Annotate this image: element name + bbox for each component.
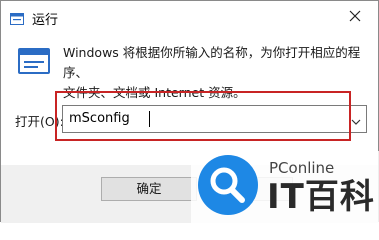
chevron-down-icon <box>351 110 361 129</box>
watermark-site: PConline <box>269 159 335 177</box>
run-app-icon <box>10 10 24 25</box>
highlight-annotation <box>55 91 351 141</box>
description-line-1: Windows 将根据你所输入的名称，为你打开相应的程序、 <box>63 45 361 80</box>
window-title: 运行 <box>32 13 59 28</box>
run-program-icon <box>18 46 50 78</box>
pconline-logo-icon <box>196 153 260 217</box>
ok-button[interactable]: 确定 <box>101 177 197 201</box>
title-bar: 运行 <box>1 1 378 33</box>
close-button[interactable] <box>332 1 378 31</box>
close-icon <box>349 7 361 26</box>
run-dialog: 运行 Windows 将根据你所输入的名称，为你打开相应的程序、 文件夹、文档或… <box>0 0 379 223</box>
watermark-brand: IT百科 <box>267 177 375 217</box>
